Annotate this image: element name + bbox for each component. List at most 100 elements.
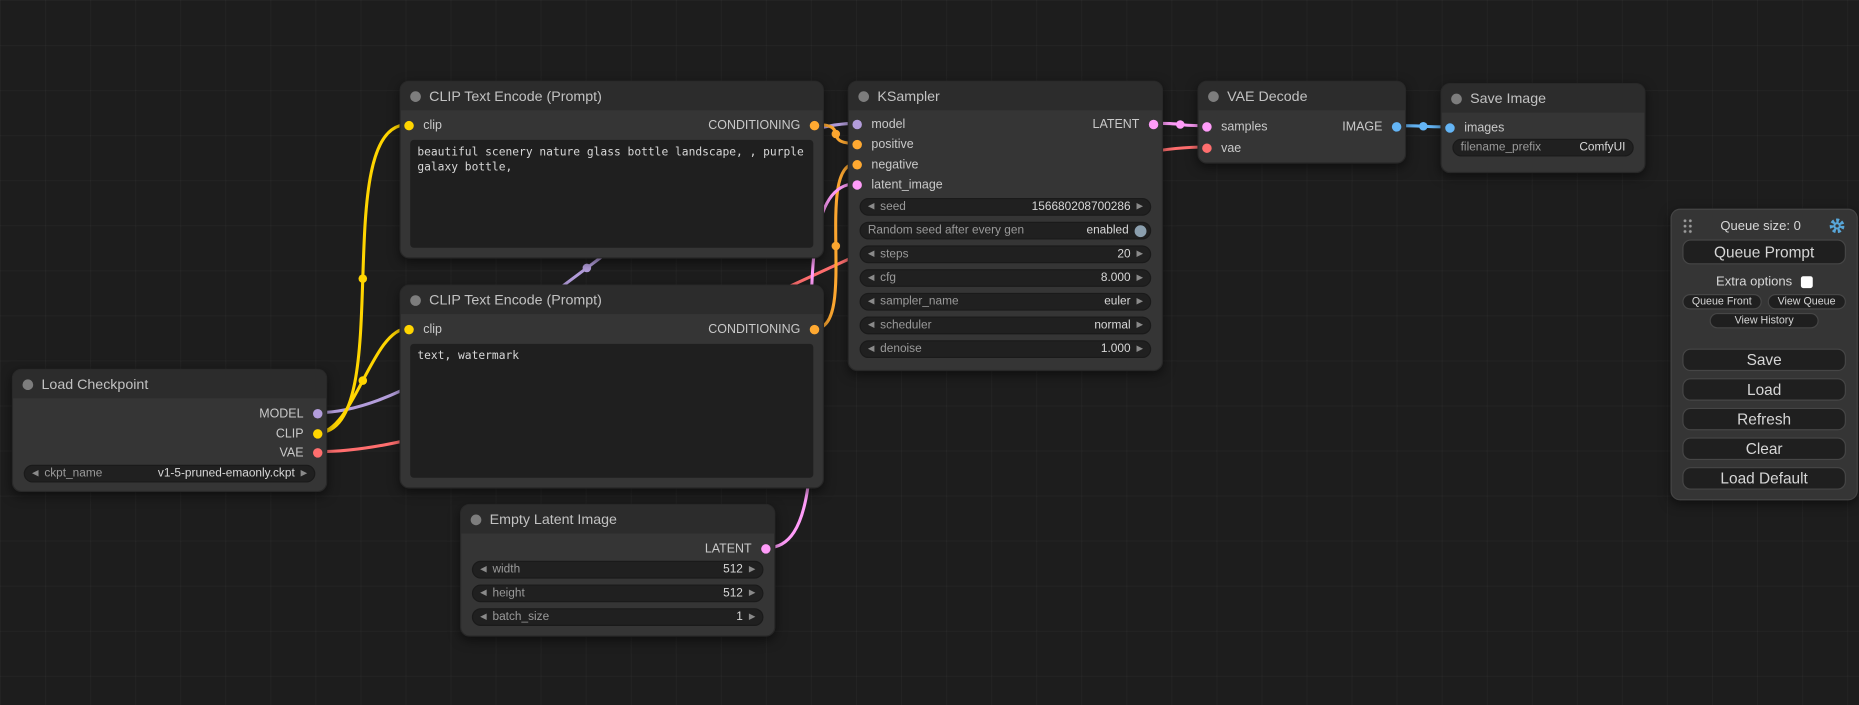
view-history-button[interactable]: View History: [1710, 313, 1818, 328]
node-title-bar[interactable]: Empty Latent Image: [461, 505, 774, 533]
decrement-arrow-icon[interactable]: ◀: [868, 203, 874, 211]
output-port-image[interactable]: [1392, 122, 1401, 131]
load-button[interactable]: Load: [1682, 378, 1846, 400]
node-status-dot[interactable]: [1451, 93, 1462, 104]
refresh-button[interactable]: Refresh: [1682, 408, 1846, 430]
queue-front-button[interactable]: Queue Front: [1682, 294, 1761, 309]
input-port-negative[interactable]: [852, 160, 861, 169]
widget-value: 1.000: [1101, 343, 1131, 356]
decrement-arrow-icon[interactable]: ◀: [480, 613, 486, 621]
extra-options-checkbox[interactable]: [1800, 276, 1812, 288]
node-title-bar[interactable]: Save Image: [1442, 84, 1645, 112]
decrement-arrow-icon[interactable]: ◀: [480, 589, 486, 597]
increment-arrow-icon[interactable]: ▶: [1137, 203, 1143, 211]
settings-gear-icon[interactable]: [1828, 217, 1846, 235]
decrement-arrow-icon[interactable]: ◀: [32, 469, 38, 477]
widget-name: filename_prefix: [1461, 141, 1541, 154]
denoise-widget[interactable]: ◀ denoise 1.000 ▶: [860, 340, 1152, 358]
steps-widget[interactable]: ◀ steps 20 ▶: [860, 245, 1152, 263]
menu-header: Queue size: 0: [1682, 217, 1846, 235]
view-queue-button[interactable]: View Queue: [1767, 294, 1846, 309]
positive-prompt-textarea[interactable]: beautiful scenery nature glass bottle la…: [410, 140, 813, 248]
input-port-vae[interactable]: [1202, 143, 1211, 152]
widget-name: scheduler: [880, 319, 931, 332]
node-title-bar[interactable]: VAE Decode: [1199, 82, 1405, 110]
decrement-arrow-icon[interactable]: ◀: [868, 250, 874, 258]
decrement-arrow-icon[interactable]: ◀: [868, 274, 874, 282]
drag-handle-icon[interactable]: [1682, 218, 1693, 233]
increment-arrow-icon[interactable]: ▶: [1137, 250, 1143, 258]
input-slot-negative: negative: [852, 155, 918, 174]
widget-name: height: [492, 587, 524, 600]
node-status-dot[interactable]: [23, 379, 34, 390]
cfg-widget[interactable]: ◀ cfg 8.000 ▶: [860, 269, 1152, 287]
increment-arrow-icon[interactable]: ▶: [749, 613, 755, 621]
node-clip-text-encode-negative[interactable]: CLIP Text Encode (Prompt) clip CONDITION…: [400, 285, 824, 489]
widget-name: cfg: [880, 271, 896, 284]
node-title-bar[interactable]: CLIP Text Encode (Prompt): [401, 286, 823, 314]
output-port-clip[interactable]: [313, 429, 322, 438]
toggle-indicator-icon[interactable]: [1135, 225, 1147, 237]
output-port-model[interactable]: [313, 409, 322, 418]
graph-viewport[interactable]: Load Checkpoint MODEL CLIP VAE ◀ ckpt_na…: [0, 0, 1859, 705]
input-port-clip[interactable]: [404, 325, 413, 334]
increment-arrow-icon[interactable]: ▶: [749, 589, 755, 597]
filename-prefix-widget[interactable]: filename_prefix ComfyUI: [1452, 139, 1633, 157]
output-port-conditioning[interactable]: [810, 121, 819, 130]
node-status-dot[interactable]: [1208, 91, 1219, 102]
decrement-arrow-icon[interactable]: ◀: [868, 298, 874, 306]
comfyui-canvas[interactable]: Load Checkpoint MODEL CLIP VAE ◀ ckpt_na…: [0, 0, 1859, 705]
node-status-dot[interactable]: [410, 295, 421, 306]
node-ksampler[interactable]: KSampler model LATENT positive negative …: [848, 81, 1163, 371]
widget-name: sampler_name: [880, 295, 958, 308]
input-port-clip[interactable]: [404, 121, 413, 130]
save-button[interactable]: Save: [1682, 349, 1846, 371]
node-save-image[interactable]: Save Image images filename_prefix ComfyU…: [1440, 83, 1645, 173]
input-port-positive[interactable]: [852, 140, 861, 149]
increment-arrow-icon[interactable]: ▶: [1137, 321, 1143, 329]
node-title-bar[interactable]: CLIP Text Encode (Prompt): [401, 82, 823, 110]
node-title-bar[interactable]: Load Checkpoint: [13, 370, 326, 398]
input-port-images[interactable]: [1445, 123, 1454, 132]
decrement-arrow-icon[interactable]: ◀: [868, 321, 874, 329]
increment-arrow-icon[interactable]: ▶: [1137, 298, 1143, 306]
slot-label-clip: CLIP: [276, 427, 304, 441]
input-port-model[interactable]: [852, 120, 861, 129]
random-seed-toggle-widget[interactable]: Random seed after every gen enabled: [860, 222, 1152, 240]
widget-value: 156680208700286: [1032, 200, 1131, 213]
sampler-name-widget[interactable]: ◀ sampler_name euler ▶: [860, 293, 1152, 311]
widget-value: enabled: [1086, 224, 1128, 237]
input-port-latent-image[interactable]: [852, 180, 861, 189]
output-port-conditioning[interactable]: [810, 325, 819, 334]
wire-midpoint-dot: [832, 130, 841, 139]
decrement-arrow-icon[interactable]: ◀: [480, 566, 486, 574]
node-status-dot[interactable]: [471, 514, 482, 525]
widget-name: batch_size: [492, 611, 549, 624]
clear-button[interactable]: Clear: [1682, 438, 1846, 460]
node-empty-latent-image[interactable]: Empty Latent Image LATENT ◀ width 512 ▶ …: [460, 504, 775, 637]
output-port-vae[interactable]: [313, 448, 322, 457]
output-port-latent[interactable]: [1149, 120, 1158, 129]
width-widget[interactable]: ◀ width 512 ▶: [472, 561, 764, 579]
negative-prompt-textarea[interactable]: text, watermark: [410, 344, 813, 478]
node-load-checkpoint[interactable]: Load Checkpoint MODEL CLIP VAE ◀ ckpt_na…: [12, 369, 327, 492]
ckpt-name-widget[interactable]: ◀ ckpt_name v1-5-pruned-emaonly.ckpt ▶: [24, 465, 316, 483]
increment-arrow-icon[interactable]: ▶: [301, 469, 307, 477]
height-widget[interactable]: ◀ height 512 ▶: [472, 584, 764, 602]
increment-arrow-icon[interactable]: ▶: [1137, 345, 1143, 353]
load-default-button[interactable]: Load Default: [1682, 467, 1846, 489]
batch-size-widget[interactable]: ◀ batch_size 1 ▶: [472, 608, 764, 626]
decrement-arrow-icon[interactable]: ◀: [868, 345, 874, 353]
increment-arrow-icon[interactable]: ▶: [1137, 274, 1143, 282]
queue-prompt-button[interactable]: Queue Prompt: [1682, 240, 1846, 265]
seed-widget[interactable]: ◀ seed 156680208700286 ▶: [860, 198, 1152, 216]
node-clip-text-encode-positive[interactable]: CLIP Text Encode (Prompt) clip CONDITION…: [400, 81, 824, 259]
output-port-latent[interactable]: [761, 544, 770, 553]
increment-arrow-icon[interactable]: ▶: [749, 566, 755, 574]
node-title-bar[interactable]: KSampler: [849, 82, 1162, 110]
node-vae-decode[interactable]: VAE Decode samples IMAGE vae: [1197, 81, 1406, 164]
scheduler-widget[interactable]: ◀ scheduler normal ▶: [860, 317, 1152, 335]
input-port-samples[interactable]: [1202, 122, 1211, 131]
node-status-dot[interactable]: [410, 91, 421, 102]
node-status-dot[interactable]: [858, 91, 869, 102]
